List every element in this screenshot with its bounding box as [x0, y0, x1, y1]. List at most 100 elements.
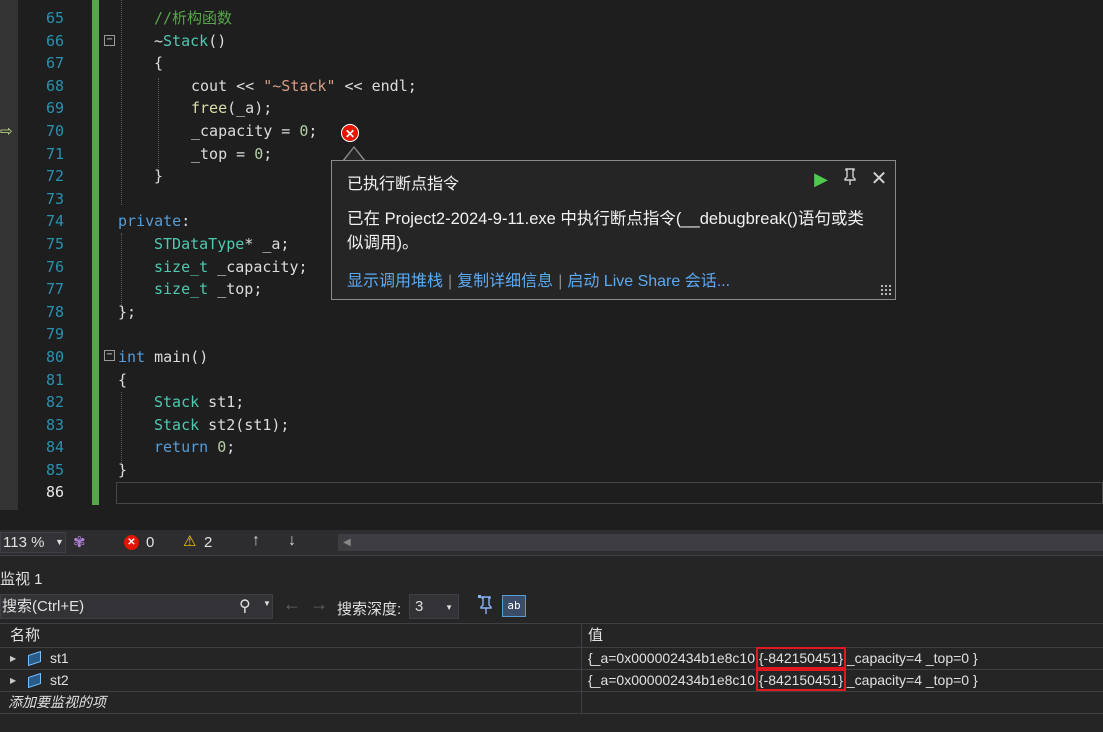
chevron-down-icon[interactable]: ▼	[263, 599, 271, 608]
add-watch-input[interactable]: 添加要监视的项	[0, 692, 582, 713]
code-token: 0	[217, 438, 227, 457]
line-number: 80	[45, 347, 64, 366]
watch-row-value[interactable]: {_a=0x000002434b1e8c10 {-842150451} _cap…	[583, 669, 1103, 691]
arrow-up-icon[interactable]: ↑	[252, 532, 260, 550]
resize-grip-icon[interactable]	[880, 284, 892, 296]
exception-error-icon: ✕	[341, 124, 359, 142]
code-token: }	[118, 460, 128, 479]
code-line: return 0;	[118, 436, 1103, 459]
search-depth-value: 3	[415, 598, 424, 615]
copy-details-link[interactable]: 复制详细信息	[457, 273, 553, 290]
watch-row-name[interactable]: ▶ st1	[0, 648, 582, 669]
code-token: 0	[254, 144, 264, 163]
code-token: (_a);	[227, 99, 273, 118]
watch-row[interactable]: ▶ st1 {_a=0x000002434b1e8c10 {-842150451…	[0, 647, 1103, 670]
pin-icon[interactable]	[476, 595, 496, 617]
ab-format-icon[interactable]: ab	[502, 595, 526, 617]
indicator-margin[interactable]	[0, 0, 18, 510]
highlighted-value: {-842150451}	[755, 647, 847, 669]
column-header-name[interactable]: 名称	[0, 624, 582, 647]
zoom-select[interactable]: 113 % ▼	[0, 532, 66, 553]
code-token: return	[154, 438, 209, 457]
editor-status-bar: 113 % ▼ ✾ ✕ 0 ⚠ 2 ↑ ↓ ◀	[0, 530, 1103, 555]
execution-pointer-icon: ⇨	[0, 123, 13, 140]
variable-name: st2	[50, 672, 69, 688]
code-token: _top =	[191, 144, 255, 163]
close-icon[interactable]: ✕	[868, 168, 890, 190]
code-token: }	[154, 167, 164, 186]
line-numbers: 65 66 67 68 69 70 71 72 73 74 75 76 77 7…	[18, 7, 64, 504]
search-input[interactable]	[1, 595, 231, 618]
code-cleanup-icon[interactable]: ✾	[73, 533, 86, 551]
code-token: * _a;	[244, 234, 290, 253]
scroll-left-icon[interactable]: ◀	[343, 534, 351, 551]
collapse-toggle-icon[interactable]: −	[104, 350, 115, 361]
error-count[interactable]: 0	[146, 534, 154, 551]
search-box[interactable]: ⚲ ▼	[0, 594, 273, 619]
line-number: 76	[45, 257, 64, 276]
watch-row-name[interactable]: ▶ st2	[0, 670, 582, 691]
code-token: cout <<	[191, 76, 264, 95]
show-call-stack-link[interactable]: 显示调用堆栈	[347, 273, 443, 290]
code-token: free	[191, 99, 228, 118]
watch-row[interactable]: ▶ st2 {_a=0x000002434b1e8c10 {-842150451…	[0, 669, 1103, 692]
error-icon[interactable]: ✕	[124, 535, 139, 550]
code-line: _capacity = 0;	[118, 120, 1103, 143]
collapse-toggle-icon[interactable]: −	[104, 35, 115, 46]
code-token: {	[154, 54, 164, 73]
code-line: {	[118, 52, 1103, 75]
chevron-down-icon: ▼	[445, 603, 453, 612]
arrow-left-icon[interactable]: ←	[283, 594, 301, 615]
continue-play-icon[interactable]: ▶	[810, 168, 832, 190]
code-line: free(_a);	[118, 97, 1103, 120]
exception-message: 已在 Project2-2024-9-11.exe 中执行断点指令(__debu…	[347, 210, 864, 252]
expand-arrow-icon[interactable]: ▶	[10, 648, 16, 669]
code-line: //析构函数	[118, 7, 1103, 30]
search-icon[interactable]: ⚲	[239, 596, 251, 616]
code-token: int	[118, 347, 146, 366]
watch-toolbar: ⚲ ▼ ← → 搜索深度: 3 ▼ ab	[0, 594, 1103, 620]
column-header-value[interactable]: 值	[583, 624, 1103, 647]
live-share-link[interactable]: 启动 Live Share 会话...	[567, 273, 730, 290]
line-number: 68	[45, 76, 64, 95]
code-token: _top;	[208, 280, 263, 299]
line-number: 72	[45, 167, 64, 186]
line-number: 65	[45, 9, 64, 27]
code-editor[interactable]: ⇨ 65 66 67 68 69 70 71 72 73 74 75 76 77…	[0, 0, 1103, 530]
warning-icon[interactable]: ⚠	[183, 532, 196, 550]
highlighted-value: {-842150451}	[755, 669, 847, 691]
pin-icon[interactable]	[839, 168, 861, 190]
line-number: 77	[45, 280, 64, 299]
object-icon	[26, 673, 43, 688]
arrow-right-icon[interactable]: →	[310, 594, 328, 615]
code-token: };	[118, 302, 137, 321]
add-watch-value	[583, 692, 1103, 713]
code-line: Stack st2(st1);	[118, 414, 1103, 437]
search-depth-select[interactable]: 3 ▼	[409, 594, 459, 619]
code-token: ;	[308, 121, 318, 140]
exception-popup: 已执行断点指令 ▶ ✕ 已在 Project2-2024-9-11.exe 中执…	[331, 160, 896, 300]
line-number-current: 86	[45, 483, 64, 502]
warning-count[interactable]: 2	[204, 534, 212, 551]
add-watch-row[interactable]: 添加要监视的项	[0, 692, 1103, 714]
current-line-highlight	[116, 482, 1103, 504]
code-token: {	[118, 370, 128, 389]
code-token: ;	[263, 144, 273, 163]
value-text: _capacity=4 _top=0 }	[843, 650, 978, 666]
arrow-down-icon[interactable]: ↓	[288, 532, 296, 550]
line-number: 85	[45, 460, 64, 479]
horizontal-scrollbar[interactable]: ◀	[338, 534, 1103, 551]
code-token: Stack	[154, 415, 200, 434]
line-number: 84	[45, 438, 64, 457]
line-number: 79	[45, 325, 64, 344]
code-line: Stack st1;	[118, 391, 1103, 414]
watch-row-value[interactable]: {_a=0x000002434b1e8c10 {-842150451} _cap…	[583, 647, 1103, 669]
value-text: {_a=0x000002434b1e8c10	[588, 672, 759, 688]
exception-title: 已执行断点指令	[347, 176, 460, 193]
link-separator: |	[558, 273, 563, 290]
code-line: int main()	[118, 346, 1103, 369]
expand-arrow-icon[interactable]: ▶	[10, 670, 16, 691]
exception-links: 显示调用堆栈 | 复制详细信息 | 启动 Live Share 会话...	[347, 267, 730, 291]
variable-name: st1	[50, 650, 69, 666]
